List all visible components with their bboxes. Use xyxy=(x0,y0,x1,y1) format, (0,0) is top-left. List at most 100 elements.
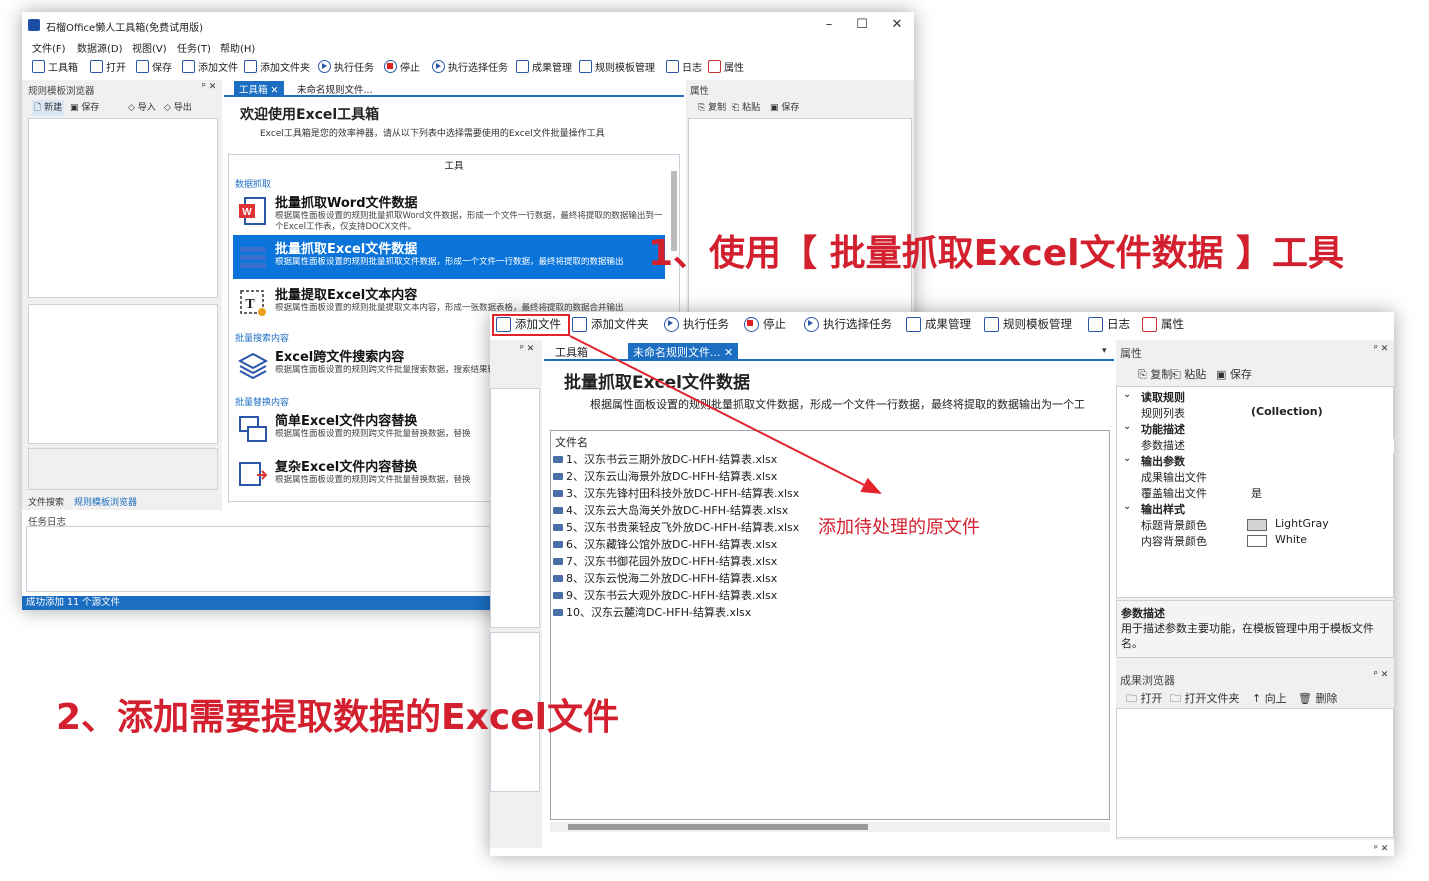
results-up-button[interactable]: ↑ 向上 xyxy=(1252,690,1287,706)
prop-row[interactable]: 内容背景颜色 White xyxy=(1117,533,1393,549)
results-pin-close-icon[interactable]: ᵖ ✕ xyxy=(1374,670,1388,680)
pin-close-icon[interactable]: ᵖ ✕ xyxy=(202,82,216,92)
complex-replace-icon xyxy=(239,462,268,486)
save-icon xyxy=(136,60,149,73)
props-save-button[interactable]: ▣ 保存 xyxy=(1216,366,1252,382)
back-paste-button[interactable]: ⎗ 粘贴 xyxy=(732,100,760,113)
results-open-label: 打开 xyxy=(1140,692,1163,705)
file-name: 5、汉东书贵莱轻皮飞外放DC-HFH-结算表.xlsx xyxy=(566,521,800,534)
excel-file-icon xyxy=(553,574,563,582)
file-item[interactable]: 2、汉东云山海景外放DC-HFH-结算表.xlsx xyxy=(553,468,777,484)
paste-button[interactable]: ⎗ 粘贴 xyxy=(1172,366,1206,382)
file-item[interactable]: 8、汉东云悦海二外放DC-HFH-结算表.xlsx xyxy=(553,570,777,586)
run-selected-button[interactable]: 执行选择任务 xyxy=(432,59,508,74)
open-label: 打开 xyxy=(106,63,126,74)
properties-button[interactable]: 属性 xyxy=(708,59,744,74)
menu-help[interactable]: 帮助(H) xyxy=(220,40,255,55)
stop-button[interactable]: 停止 xyxy=(384,59,420,74)
close-button[interactable]: ✕ xyxy=(880,16,914,34)
results-delete-button[interactable]: 🗑 删除 xyxy=(1298,690,1337,706)
results-open-button[interactable]: 🗀 打开 xyxy=(1126,690,1163,709)
file-item[interactable]: 10、汉东云麓湾DC-HFH-结算表.xlsx xyxy=(553,604,751,620)
properties-button[interactable]: 属性 xyxy=(1142,316,1184,332)
results-open-folder-button[interactable]: 🗀 打开文件夹 xyxy=(1170,690,1240,709)
tab-dropdown-icon[interactable]: ▾ xyxy=(1102,346,1107,356)
maximize-button[interactable]: ☐ xyxy=(845,16,879,34)
log-button[interactable]: 日志 xyxy=(666,59,702,74)
file-item[interactable]: 6、汉东藏锋公馆外放DC-HFH-结算表.xlsx xyxy=(553,536,777,552)
template-manage-button[interactable]: 规则模板管理 xyxy=(579,59,655,74)
minimize-button[interactable]: – xyxy=(812,16,846,34)
file-list[interactable]: 文件名 1、汉东书云三期外放DC-HFH-结算表.xlsx 2、汉东云山海景外放… xyxy=(550,430,1110,820)
prop-row[interactable]: ⌄ 功能描述 xyxy=(1117,421,1393,437)
tab-template-browser[interactable]: 规则模板浏览器 xyxy=(74,495,137,508)
tool-word-fetch[interactable]: W 批量抓取Word文件数据 根据属性面板设置的规则批量抓取Word文件数据，形… xyxy=(233,189,665,233)
tool-excel-fetch[interactable]: 批量抓取Excel文件数据 根据属性面板设置的规则批量抓取文件数据，形成一个文件… xyxy=(233,235,665,279)
export-button[interactable]: ◇ 导出 xyxy=(164,100,192,113)
collapse-icon[interactable]: ⌄ xyxy=(1123,501,1131,512)
prop-row[interactable]: 规则列表 (Collection) xyxy=(1117,405,1393,421)
collapse-icon[interactable]: ⌄ xyxy=(1123,421,1131,432)
results-manage-button[interactable]: 成果管理 xyxy=(516,59,572,74)
file-item[interactable]: 5、汉东书贵莱轻皮飞外放DC-HFH-结算表.xlsx xyxy=(553,519,799,535)
tab-file-search[interactable]: 文件搜索 xyxy=(28,495,64,508)
menu-datasource[interactable]: 数据源(D) xyxy=(77,40,123,55)
copy-button[interactable]: ⎘ 复制 xyxy=(1138,366,1172,382)
file-item[interactable]: 7、汉东书御花园外放DC-HFH-结算表.xlsx xyxy=(553,553,777,569)
export-label: 导出 xyxy=(173,103,192,113)
back-save-button[interactable]: ▣ 保存 xyxy=(770,100,799,113)
status-text: 成功添加 11 个源文件 xyxy=(26,597,121,608)
template-manage-button[interactable]: 规则模板管理 xyxy=(984,316,1072,332)
prop-row[interactable]: 参数描述 xyxy=(1117,437,1394,453)
stop-icon xyxy=(744,316,759,332)
log-button[interactable]: 日志 xyxy=(1088,316,1130,332)
import-button[interactable]: ◇ 导入 xyxy=(128,100,156,113)
run-task-button[interactable]: 执行任务 xyxy=(664,316,729,332)
prop-row[interactable]: 标题背景颜色 LightGray xyxy=(1117,517,1393,533)
collapse-icon[interactable]: ⌄ xyxy=(1123,453,1131,464)
prop-row[interactable]: ⌄ 输出参数 xyxy=(1117,453,1393,469)
menu-task[interactable]: 任务(T) xyxy=(177,40,211,55)
menu-view[interactable]: 视图(V) xyxy=(132,40,167,55)
file-item[interactable]: 3、汉东先锋村田科技外放DC-HFH-结算表.xlsx xyxy=(553,485,799,501)
tab-rule-file[interactable]: 未命名规则文件... xyxy=(292,81,378,96)
results-manage-button[interactable]: 成果管理 xyxy=(906,316,971,332)
prop-row[interactable]: 成果输出文件 xyxy=(1117,469,1393,485)
results-list[interactable] xyxy=(1116,708,1394,838)
left-panel-title: 规则模板浏览器 xyxy=(28,86,95,97)
bottom-pin-close-icon[interactable]: ᵖ ✕ xyxy=(1374,844,1388,854)
save-button[interactable]: 保存 xyxy=(136,59,172,74)
log-icon xyxy=(666,60,679,73)
run-task-button[interactable]: 执行任务 xyxy=(318,59,374,74)
pin-close-icon[interactable]: ᵖ ✕ xyxy=(520,344,534,354)
left-save-button[interactable]: ▣ 保存 xyxy=(70,100,99,113)
add-file-button[interactable]: 添加文件 xyxy=(182,59,238,74)
prop-row[interactable]: 覆盖输出文件 是 xyxy=(1117,485,1393,501)
pin-close-icon[interactable]: ᵖ ✕ xyxy=(1374,344,1388,354)
menu-file[interactable]: 文件(F) xyxy=(32,40,66,55)
prop-label: 成果输出文件 xyxy=(1141,471,1207,484)
toolbox-button[interactable]: 工具箱 xyxy=(32,59,78,74)
prop-value[interactable] xyxy=(1247,439,1394,453)
h-scrollbar-thumb[interactable] xyxy=(568,824,868,830)
add-folder-button[interactable]: 添加文件夹 xyxy=(572,316,649,332)
props-title: 属性 xyxy=(1120,347,1142,360)
new-button[interactable]: 🗋 新建 xyxy=(32,100,65,116)
run-selected-button[interactable]: 执行选择任务 xyxy=(804,316,892,332)
stop-button[interactable]: 停止 xyxy=(744,316,786,332)
collapse-icon[interactable]: ⌄ xyxy=(1123,389,1131,400)
template-tree[interactable] xyxy=(28,118,218,298)
file-item[interactable]: 9、汉东书云大观外放DC-HFH-结算表.xlsx xyxy=(553,587,777,603)
prop-row[interactable]: ⌄ 读取规则 xyxy=(1117,389,1393,405)
add-folder-button[interactable]: 添加文件夹 xyxy=(244,59,310,74)
excel-file-icon xyxy=(553,506,563,514)
back-copy-button[interactable]: ⎘ 复制 xyxy=(698,100,726,113)
file-name: 1、汉东书云三期外放DC-HFH-结算表.xlsx xyxy=(566,453,778,466)
tab-toolbox[interactable]: 工具箱 xyxy=(550,343,593,359)
tab-rule-file[interactable]: 未命名规则文件... ✕ xyxy=(628,343,739,359)
file-item[interactable]: 4、汉东云大岛海关外放DC-HFH-结算表.xlsx xyxy=(553,502,788,518)
file-item[interactable]: 1、汉东书云三期外放DC-HFH-结算表.xlsx xyxy=(553,451,777,467)
tab-toolbox[interactable]: 工具箱 ✕ xyxy=(234,81,284,96)
open-button[interactable]: 打开 xyxy=(90,59,126,74)
prop-row[interactable]: ⌄ 输出样式 xyxy=(1117,501,1393,517)
